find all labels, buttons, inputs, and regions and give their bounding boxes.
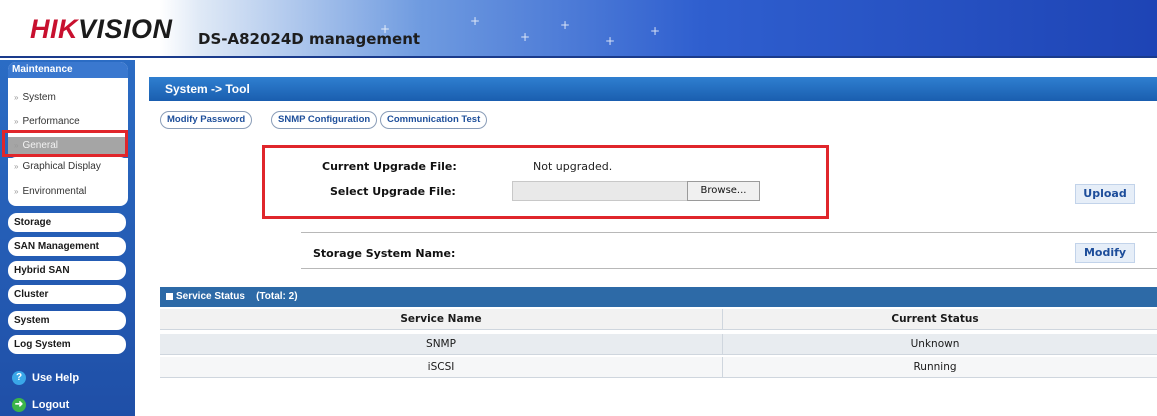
table-header-row: Service Name Current Status [160, 309, 1157, 330]
section-title-bar: System -> Tool [149, 77, 1157, 101]
sparkle-decoration: + [605, 34, 616, 48]
arrow-right-icon: ➜ [12, 398, 26, 413]
maintenance-group-lower: » Graphical Display » Environmental [8, 158, 128, 206]
logout-link[interactable]: ➜ Logout [12, 396, 69, 414]
bullet-icon: » [14, 117, 19, 126]
column-header-service-name[interactable]: Service Name [160, 309, 723, 330]
current-upgrade-file-label: Current Upgrade File: [322, 160, 457, 173]
maintenance-group-title[interactable]: Maintenance [8, 62, 128, 78]
sparkle-decoration: + [560, 18, 571, 32]
bullet-icon: » [14, 162, 19, 171]
upload-button[interactable]: Upload [1075, 184, 1135, 204]
sparkle-decoration: + [650, 24, 661, 38]
service-status-cell: Unknown [910, 338, 960, 350]
sidebar-item-graphical-display[interactable]: » Graphical Display [8, 158, 128, 176]
sidebar-item-hybrid-san[interactable]: Hybrid SAN [8, 261, 126, 280]
sidebar-item-performance[interactable]: » Performance [8, 113, 128, 131]
sidebar-item-storage[interactable]: Storage [8, 213, 126, 232]
service-status-header[interactable]: Service Status (Total: 2) [160, 287, 1157, 307]
service-status-cell: Running [913, 361, 957, 373]
service-name-cell: SNMP [160, 334, 723, 355]
sidebar: Maintenance » System » Performance » Genera… [0, 60, 135, 416]
collapse-icon[interactable] [166, 292, 173, 300]
sidebar-item-system[interactable]: » System [8, 89, 128, 107]
sidebar-item-system-menu[interactable]: System [8, 311, 126, 330]
divider [301, 268, 1157, 269]
sparkle-decoration: + [520, 30, 531, 44]
sidebar-item-environmental[interactable]: » Environmental [8, 183, 128, 201]
app-header: HIKVISION DS-A82024D management + + + + … [0, 0, 1157, 58]
sparkle-decoration: + [470, 14, 481, 28]
current-upgrade-file-value: Not upgraded. [533, 160, 613, 173]
sidebar-item-general[interactable]: » General [8, 137, 128, 155]
bullet-icon: » [14, 93, 19, 102]
maintenance-group: Maintenance » System » Performance » Genera… [8, 62, 128, 158]
table-row[interactable]: SNMP Unknown [160, 334, 1157, 355]
bullet-icon: » [14, 141, 19, 150]
hikvision-logo: HIKVISION [30, 14, 173, 44]
tab-snmp-configuration[interactable]: SNMP Configuration [271, 111, 378, 129]
tab-communication-test[interactable]: Communication Test [380, 111, 488, 129]
divider [301, 232, 1157, 233]
sidebar-item-log-system[interactable]: Log System [8, 335, 126, 354]
column-header-current-status[interactable]: Current Status [723, 309, 1147, 330]
storage-system-name-label: Storage System Name: [313, 247, 456, 260]
help-icon: ? [12, 371, 26, 386]
sidebar-item-san-management[interactable]: SAN Management [8, 237, 126, 256]
select-upgrade-file-label: Select Upgrade File: [330, 185, 456, 198]
table-row[interactable]: iSCSI Running [160, 357, 1157, 378]
sidebar-item-cluster[interactable]: Cluster [8, 285, 126, 304]
tab-modify-password[interactable]: Modify Password [160, 111, 253, 129]
modify-button[interactable]: Modify [1075, 243, 1135, 263]
bullet-icon: » [14, 187, 19, 196]
browse-button[interactable]: Browse... [687, 181, 760, 201]
service-name-cell: iSCSI [160, 357, 723, 378]
use-help-link[interactable]: ? Use Help [12, 369, 79, 387]
sparkle-decoration: + [380, 22, 391, 36]
